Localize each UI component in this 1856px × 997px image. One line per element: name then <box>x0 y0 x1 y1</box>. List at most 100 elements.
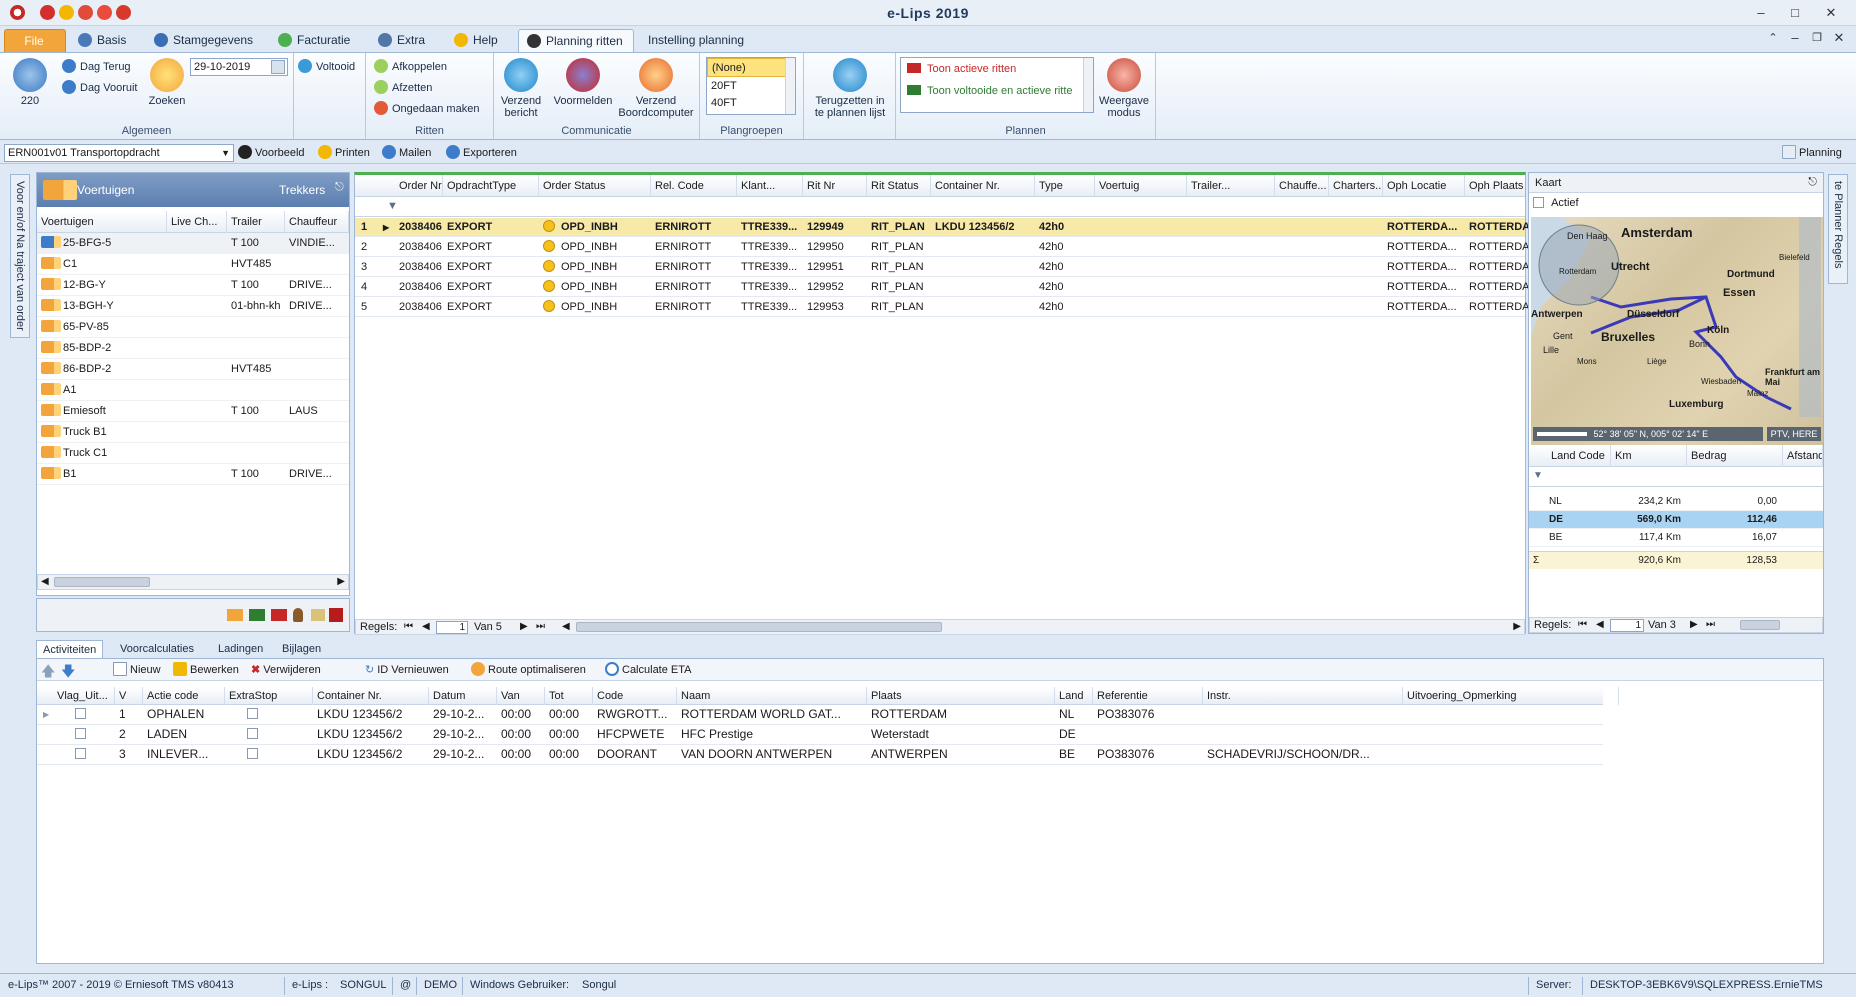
filter-person-icon[interactable] <box>293 608 303 622</box>
dag-vooruit-button[interactable]: Dag Vooruit <box>62 79 137 97</box>
mailen-button[interactable]: Mailen <box>382 144 431 162</box>
activities-col-header[interactable]: Land <box>1055 687 1093 705</box>
order-row[interactable]: 1 ▶ 2038406 EXPORT OPD_INBH ERNIROTT TTRE339..… <box>355 218 1535 237</box>
actief-checkbox[interactable]: Actief <box>1533 197 1579 209</box>
activities-col-header[interactable]: Referentie <box>1093 687 1203 705</box>
activity-row[interactable]: 3 INLEVER... LKDU 123456/2 29-10-2... 00:00 0… <box>37 745 1603 765</box>
vehicle-row[interactable]: 13-BGH-Y 01-bhn-kh DRIVE... <box>37 296 349 317</box>
activity-row[interactable]: ▶ 1 OPHALEN LKDU 123456/2 29-10-2... 00:00 00:… <box>37 705 1603 725</box>
terugzetten-button[interactable]: Terugzetten in te plannen lijst <box>806 58 894 119</box>
vehicle-row[interactable]: 12-BG-Y T 100 DRIVE... <box>37 275 349 296</box>
vlag-checkbox[interactable] <box>71 745 91 764</box>
col-km[interactable]: Km <box>1611 445 1687 467</box>
ribbon-collapse-icon[interactable]: ⌃ <box>1762 29 1784 47</box>
activities-col-header[interactable]: Actie code <box>143 687 225 705</box>
tab-file[interactable]: File <box>4 29 66 52</box>
afkoppelen-button[interactable]: Afkoppelen <box>374 58 447 76</box>
activity-row[interactable]: 2 LADEN LKDU 123456/2 29-10-2... 00:00 00:00 H… <box>37 725 1603 745</box>
vehicle-row[interactable]: B1 T 100 DRIVE... <box>37 464 349 485</box>
tab-ladingen[interactable]: Ladingen <box>212 640 269 658</box>
activities-col-header[interactable]: Plaats <box>867 687 1055 705</box>
first-page-icon[interactable]: ⏮ <box>404 621 413 632</box>
voorbeeld-button[interactable]: Voorbeeld <box>238 144 305 162</box>
chevron-down-icon[interactable]: ▼ <box>221 145 230 161</box>
activities-col-header[interactable]: ExtraStop <box>225 687 313 705</box>
map-filter-row[interactable]: ▼ <box>1529 467 1823 487</box>
order-row[interactable]: 4 2038406 EXPORT OPD_INBH ERNIROTT TTRE339...… <box>355 278 1535 297</box>
vehicle-row[interactable]: 85-BDP-2 <box>37 338 349 359</box>
orders-col-header[interactable]: Rit Nr <box>803 175 867 197</box>
activities-col-header[interactable]: Vlag_Uit... <box>53 687 115 705</box>
plangroep-item-20ft[interactable]: 20FT <box>707 77 795 96</box>
close-button[interactable]: ✕ <box>1820 4 1842 22</box>
activities-col-header[interactable]: Uitvoering_Opmerking <box>1403 687 1619 705</box>
route-optimaliseren-button[interactable]: Route optimaliseren <box>471 661 586 679</box>
orders-col-header[interactable]: Oph Plaats <box>1465 175 1535 197</box>
tab-stamgegevens[interactable]: Stamgegevens <box>146 29 263 52</box>
last-page-icon[interactable]: ⏭ <box>536 621 545 632</box>
col-land-code[interactable]: Land Code <box>1547 445 1611 467</box>
scroll-right-icon[interactable]: ▶ <box>337 576 345 587</box>
plannen-list-scrollbar[interactable] <box>1083 58 1093 112</box>
afzetten-button[interactable]: Afzetten <box>374 79 432 97</box>
verzend-boordcomputer-button[interactable]: Verzend Boordcomputer <box>616 58 696 119</box>
printen-button[interactable]: Printen <box>318 144 370 162</box>
orders-col-header[interactable]: Container Nr. <box>931 175 1035 197</box>
map-table-row[interactable]: DE 569,0 Km 112,46 <box>1529 511 1823 529</box>
vlag-checkbox[interactable] <box>71 725 91 744</box>
bewerken-button[interactable]: Bewerken <box>173 661 239 679</box>
orders-col-header[interactable]: Chauffe... <box>1275 175 1329 197</box>
orders-scroll-thumb[interactable] <box>576 622 942 632</box>
orders-col-header[interactable]: Rel. Code <box>651 175 737 197</box>
checkbox-box[interactable] <box>75 728 86 739</box>
planning-toggle[interactable]: Planning <box>1782 144 1842 162</box>
toon-actieve-ritten[interactable]: Toon actieve ritten <box>901 58 1093 80</box>
calculate-eta-button[interactable]: Calculate ETA <box>605 661 692 679</box>
route-map[interactable]: Den Haag Amsterdam Utrecht Rotterdam Bie… <box>1531 217 1823 445</box>
activities-col-header[interactable]: Code <box>593 687 677 705</box>
orders-col-header[interactable]: Rit Status <box>867 175 931 197</box>
map-prev-page-icon[interactable]: ◀ <box>1596 619 1604 630</box>
map-table-row[interactable]: NL 234,2 Km 0,00 <box>1529 493 1823 511</box>
checkbox-box[interactable] <box>247 728 258 739</box>
vehicle-row[interactable]: Emiesoft T 100 LAUS <box>37 401 349 422</box>
tab-facturatie[interactable]: Facturatie <box>270 29 360 52</box>
tab-extra[interactable]: Extra <box>370 29 435 52</box>
minimize-button[interactable]: – <box>1750 4 1772 22</box>
ongedaan-button[interactable]: Ongedaan maken <box>374 100 479 118</box>
activities-col-header[interactable]: V <box>115 687 143 705</box>
filter-truck-green-icon[interactable] <box>249 609 265 621</box>
activities-col-header[interactable]: Instr. <box>1203 687 1403 705</box>
vehicle-row[interactable]: A1 <box>37 380 349 401</box>
orders-scroll-right-icon[interactable]: ▶ <box>1513 621 1521 632</box>
orders-col-header[interactable]: Klant... <box>737 175 803 197</box>
actief-checkbox-box[interactable] <box>1533 197 1544 208</box>
voltooid-button[interactable]: Voltooid <box>298 58 355 76</box>
dag-terug-button[interactable]: Dag Terug <box>62 58 131 76</box>
map-page-input[interactable]: 1 <box>1610 619 1644 632</box>
map-next-page-icon[interactable]: ▶ <box>1690 619 1698 630</box>
vehicle-row[interactable]: 86-BDP-2 HVT485 <box>37 359 349 380</box>
vehicle-row[interactable]: C1 HVT485 <box>37 254 349 275</box>
plangroep-item-40ft[interactable]: 40FT <box>707 96 795 108</box>
filter-truck-icon[interactable] <box>227 609 243 621</box>
orders-col-header[interactable]: Trailer... <box>1187 175 1275 197</box>
col-trailer[interactable]: Trailer <box>227 211 285 233</box>
col-live-ch[interactable]: Live Ch... <box>167 211 227 233</box>
filter-tool-icon[interactable] <box>311 609 325 621</box>
extrastop-checkbox[interactable] <box>243 725 263 744</box>
vlag-checkbox[interactable] <box>71 705 91 724</box>
move-up-icon[interactable]: 🡅 <box>41 661 55 685</box>
col-afstand[interactable]: AfstandT <box>1783 445 1823 467</box>
tab-bijlagen[interactable]: Bijlagen <box>276 640 327 658</box>
zoeken-button[interactable]: Zoeken <box>147 58 187 107</box>
map-last-page-icon[interactable]: ⏭ <box>1706 619 1715 630</box>
plannen-filter-list[interactable]: Toon actieve ritten Toon voltooide en ac… <box>900 57 1094 113</box>
filter-box-icon[interactable] <box>329 608 343 622</box>
activities-col-header[interactable]: Van <box>497 687 545 705</box>
plangroep-item-none[interactable]: (None) <box>707 58 795 77</box>
col-voertuigen[interactable]: Voertuigen <box>37 211 167 233</box>
orders-filter-row[interactable]: ▼ <box>355 197 1525 217</box>
right-side-tab[interactable]: te Planner Regels <box>1828 174 1848 284</box>
checkbox-box[interactable] <box>247 708 258 719</box>
